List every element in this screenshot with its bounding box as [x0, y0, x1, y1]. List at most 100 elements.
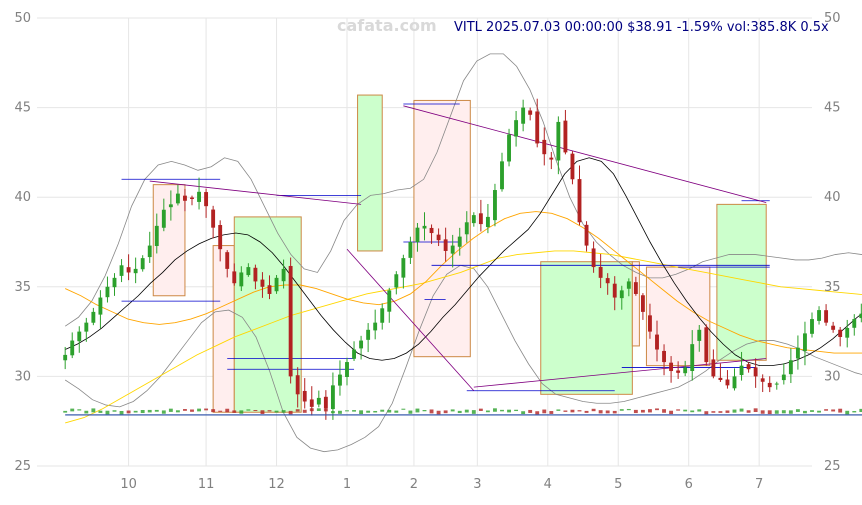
- volume-bar: [288, 410, 293, 415]
- candle-up: [274, 277, 279, 292]
- candle-down: [436, 234, 441, 241]
- volume-bar: [98, 410, 103, 413]
- volume-bar: [648, 409, 652, 413]
- volume-bar: [112, 410, 117, 412]
- green-zone-box: [540, 261, 633, 395]
- candle-up: [817, 310, 821, 321]
- volume-bar: [204, 408, 209, 411]
- volume-bar: [563, 410, 568, 412]
- candle-up: [556, 121, 561, 161]
- candle-up: [98, 297, 103, 315]
- volume-bar: [704, 411, 709, 415]
- candle-down: [204, 192, 209, 207]
- candle-up: [246, 267, 251, 276]
- candle-down: [218, 225, 223, 250]
- volume-bar: [218, 410, 223, 412]
- candle-down: [831, 325, 836, 330]
- candle-up: [154, 225, 159, 247]
- volume-bar: [471, 410, 476, 414]
- candle-up: [852, 319, 857, 328]
- candle-down: [225, 252, 230, 269]
- x-tick-label: 12: [268, 477, 285, 492]
- volume-bar: [309, 408, 314, 412]
- volume-bar: [577, 410, 582, 412]
- candle-up: [70, 340, 75, 356]
- candle-up: [803, 333, 807, 352]
- volume-bar: [401, 408, 406, 410]
- volume-bar: [556, 409, 561, 411]
- volume-bar: [140, 410, 145, 414]
- candle-down: [302, 390, 307, 402]
- volume-bar: [161, 410, 166, 414]
- candle-down: [126, 267, 131, 273]
- candle-up: [147, 245, 152, 258]
- volume-bar: [373, 410, 378, 413]
- candle-down: [542, 139, 547, 155]
- candle-down: [605, 278, 610, 284]
- volume-bar: [281, 410, 286, 413]
- volume-bar: [655, 408, 659, 411]
- volume-bar: [831, 409, 836, 412]
- volume-bar: [633, 409, 638, 414]
- candle-up: [77, 331, 82, 342]
- candle-up: [422, 225, 427, 229]
- candle-down: [669, 362, 674, 372]
- volume-bar: [669, 410, 674, 415]
- candle-up: [366, 329, 371, 340]
- volume-bar: [852, 411, 857, 413]
- candle-up: [380, 308, 385, 323]
- x-tick-label: 7: [755, 477, 763, 492]
- candle-up: [161, 209, 166, 228]
- candle-up: [408, 242, 413, 258]
- volume-bar: [584, 410, 589, 413]
- volume-bar: [767, 410, 772, 415]
- candle-down: [443, 239, 448, 251]
- x-tick-label: 1: [343, 477, 351, 492]
- volume-bar: [147, 409, 152, 413]
- volume-bar: [387, 409, 392, 413]
- volume-bar: [528, 409, 533, 413]
- volume-bar: [676, 409, 681, 411]
- volume-bar: [274, 410, 279, 413]
- candle-down: [584, 224, 589, 246]
- volume-bar: [549, 411, 554, 414]
- volume-bar: [359, 410, 364, 415]
- candle-up: [415, 227, 420, 243]
- candle-down: [232, 271, 237, 284]
- volume-bar: [640, 409, 645, 413]
- volume-bar: [683, 409, 688, 412]
- candle-down: [260, 279, 265, 287]
- volume-bar: [105, 410, 110, 415]
- volume-bar: [662, 409, 666, 413]
- candle-down: [824, 310, 829, 323]
- candle-up: [84, 322, 89, 332]
- volume-bar: [774, 410, 779, 414]
- candle-up: [514, 120, 519, 137]
- candle-up: [338, 374, 342, 386]
- candle-down: [718, 377, 723, 380]
- volume-bar: [485, 410, 490, 413]
- volume-bar: [697, 409, 702, 412]
- candle-up: [521, 107, 526, 124]
- volume-bar: [352, 410, 356, 412]
- candle-up: [500, 161, 504, 190]
- volume-bar: [612, 410, 617, 414]
- volume-bar: [295, 409, 300, 412]
- candle-up: [732, 376, 737, 389]
- volume-bar: [824, 409, 829, 411]
- x-tick-label: 4: [544, 477, 552, 492]
- x-tick-label: 5: [614, 477, 622, 492]
- volume-bar: [232, 410, 237, 413]
- volume-bar: [817, 410, 821, 413]
- volume-bar: [211, 409, 216, 413]
- candle-up: [619, 290, 624, 299]
- candle-down: [211, 209, 216, 228]
- volume-bar: [239, 410, 244, 414]
- volume-bar: [521, 411, 526, 415]
- volume-bar: [422, 410, 427, 412]
- volume-bar: [598, 410, 603, 414]
- candle-up: [112, 277, 117, 288]
- volume-bar: [183, 409, 187, 411]
- x-tick-label: 11: [198, 477, 215, 492]
- y-tick-label-left: 40: [14, 190, 31, 205]
